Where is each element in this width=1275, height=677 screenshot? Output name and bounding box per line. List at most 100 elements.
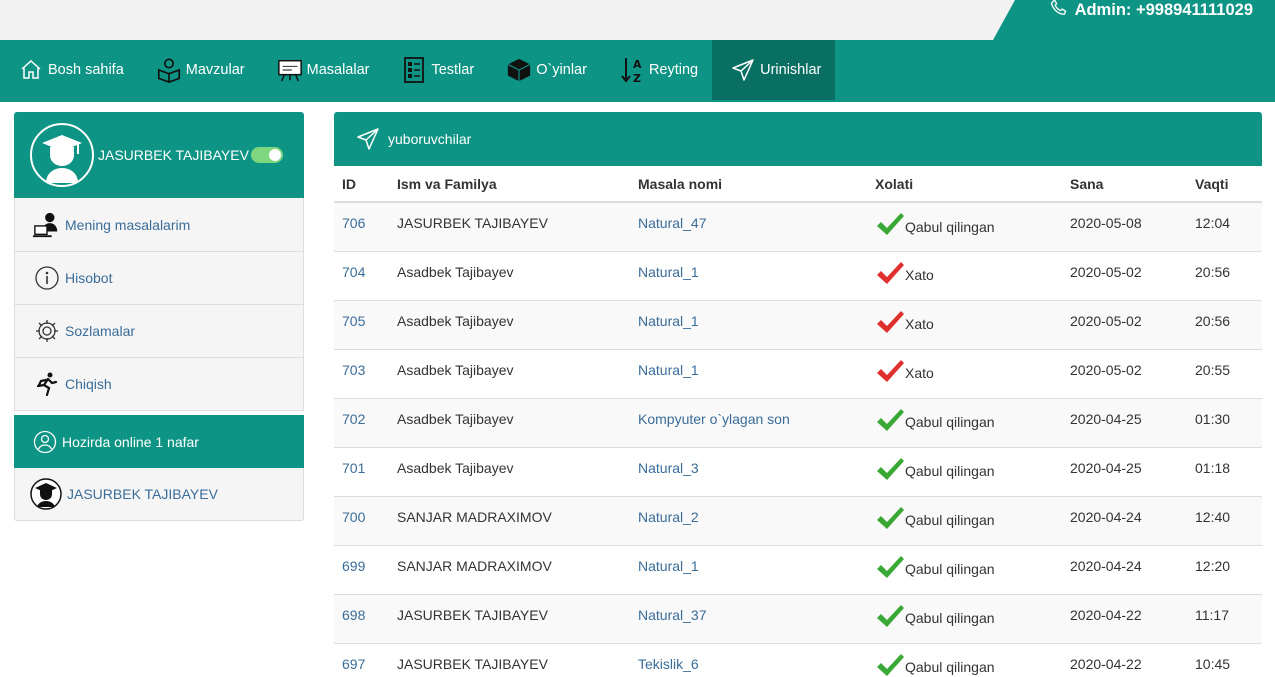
date-cell: 2020-05-08 [1062,201,1187,251]
user-laptop-icon [33,211,61,239]
time-cell: 20:56 [1187,250,1262,300]
problem-link[interactable]: Kompyuter o`ylagan son [630,397,867,447]
sidebar-item-hisobot[interactable]: Hisobot [15,251,303,304]
status-text: Xato [905,365,934,381]
sidebar-item-label: Sozlamalar [65,323,136,339]
sidebar-item-sozlamalar[interactable]: Sozlamalar [15,304,303,357]
nav-item-mavzular[interactable]: Mavzular [138,40,259,100]
user-name-cell: JASURBEK TAJIBAYEV [389,201,630,251]
table-row: 705 Asadbek Tajibayev Natural_1 Xato 2020-05… [334,299,1262,349]
check-icon [875,652,905,677]
status-cell: Xato [867,250,1062,300]
status-cell: Xato [867,348,1062,398]
panel-header: yuboruvchilar [334,112,1262,166]
date-cell: 2020-04-22 [1062,642,1187,677]
sidebar-menu: Mening masalalarim Hisobot Sozlamalar Ch… [14,198,304,411]
sidebar-item-mening-masalalarim[interactable]: Mening masalalarim [15,198,303,251]
time-cell: 01:18 [1187,446,1262,496]
status-text: Xato [905,267,934,283]
online-user-item[interactable]: JASURBEK TAJIBAYEV [14,468,304,521]
user-name-cell: Asadbek Tajibayev [389,348,630,398]
date-cell: 2020-04-24 [1062,544,1187,594]
status-cell: Qabul qilingan [867,642,1062,677]
online-title: Hozirda online 1 nafar [62,433,199,450]
user-name-cell: JASURBEK TAJIBAYEV [389,642,630,677]
check-icon [875,407,905,438]
table-header-row: ID Ism va Familya Masala nomi Xolati San… [334,166,1262,203]
sort-az-icon: AZ [619,56,645,84]
table-row: 706 JASURBEK TAJIBAYEV Natural_47 Qabul qil… [334,201,1262,251]
column-header-time: Vaqti [1187,166,1262,203]
date-cell: 2020-05-02 [1062,250,1187,300]
check-icon [875,505,905,536]
status-cell: Qabul qilingan [867,446,1062,496]
date-cell: 2020-05-02 [1062,299,1187,349]
table-row: 703 Asadbek Tajibayev Natural_1 Xato 2020-05… [334,348,1262,398]
problem-link[interactable]: Natural_1 [630,250,867,300]
nav-item-urinishlar[interactable]: Urinishlar [712,40,836,100]
status-cell: Qabul qilingan [867,544,1062,594]
status-cell: Qabul qilingan [867,201,1062,251]
attempt-id-link[interactable]: 700 [334,495,389,545]
problem-link[interactable]: Tekislik_6 [630,642,867,677]
checklist-icon [401,56,427,84]
attempt-id-link[interactable]: 702 [334,397,389,447]
status-text: Qabul qilingan [905,610,995,626]
status-text: Qabul qilingan [905,463,995,479]
status-toggle[interactable] [250,147,283,163]
nav-label: Bosh sahifa [48,62,124,78]
status-cell: Qabul qilingan [867,593,1062,643]
problem-link[interactable]: Natural_3 [630,446,867,496]
attempts-table: ID Ism va Familya Masala nomi Xolati San… [334,166,1262,677]
top-bar: Admin: +998941111029 [0,0,1275,40]
table-row: 698 JASURBEK TAJIBAYEV Natural_37 Qabul qil… [334,593,1262,643]
book-reader-icon [156,56,182,84]
column-header-date: Sana [1062,166,1187,203]
attempt-id-link[interactable]: 697 [334,642,389,677]
sidebar-item-chiqish[interactable]: Chiqish [15,357,303,410]
time-cell: 20:55 [1187,348,1262,398]
home-icon [18,56,44,84]
attempt-id-link[interactable]: 703 [334,348,389,398]
attempt-id-link[interactable]: 704 [334,250,389,300]
nav-item-oyinlar[interactable]: O`yinlar [488,40,601,100]
column-header-status: Xolati [867,166,1062,203]
sidebar-item-label: Hisobot [65,270,113,286]
user-name-cell: SANJAR MADRAXIMOV [389,495,630,545]
svg-text:A: A [633,58,642,71]
svg-text:Z: Z [633,72,641,84]
status-cell: Qabul qilingan [867,495,1062,545]
admin-phone-text: Admin: +998941111029 [1074,0,1253,19]
cube-icon [506,56,532,84]
attempt-id-link[interactable]: 701 [334,446,389,496]
attempt-id-link[interactable]: 699 [334,544,389,594]
time-cell: 11:17 [1187,593,1262,643]
nav-label: Reyting [648,62,699,78]
problem-link[interactable]: Natural_2 [630,495,867,545]
problem-link[interactable]: Natural_1 [630,348,867,398]
status-text: Qabul qilingan [905,561,995,577]
column-header-id: ID [334,166,389,203]
nav-item-testlar[interactable]: Testlar [383,40,488,100]
date-cell: 2020-04-22 [1062,593,1187,643]
sidebar: JASURBEK TAJIBAYEV Mening masalalarim Hi… [14,112,304,521]
attempt-id-link[interactable]: 706 [334,201,389,251]
check-icon [875,554,905,585]
error-check-icon [875,309,905,340]
nav-item-masalalar[interactable]: Masalalar [259,40,384,100]
user-name-cell: JASURBEK TAJIBAYEV [389,593,630,643]
problem-link[interactable]: Natural_1 [630,544,867,594]
attempt-id-link[interactable]: 698 [334,593,389,643]
problem-link[interactable]: Natural_47 [630,201,867,251]
problem-link[interactable]: Natural_37 [630,593,867,643]
nav-item-bosh-sahifa[interactable]: Bosh sahifa [0,40,138,100]
problem-link[interactable]: Natural_1 [630,299,867,349]
status-text: Qabul qilingan [905,218,995,235]
nav-item-reyting[interactable]: AZ Reyting [601,40,712,100]
attempt-id-link[interactable]: 705 [334,299,389,349]
easel-icon [277,56,303,84]
date-cell: 2020-04-25 [1062,397,1187,447]
send-icon [730,56,756,84]
send-icon [356,127,380,151]
time-cell: 01:30 [1187,397,1262,447]
